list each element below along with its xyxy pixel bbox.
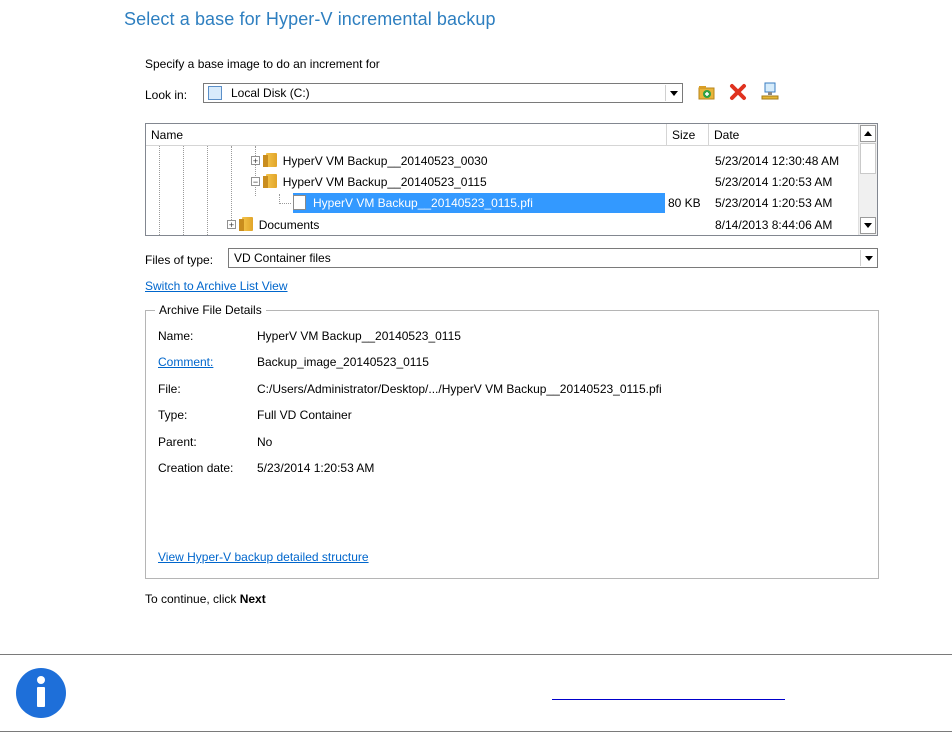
detail-file-row: File: C:/Users/Administrator/Desktop/...… — [158, 382, 662, 396]
tree-row-selected[interactable]: HyperV VM Backup__20140523_0115.pfi — [293, 193, 665, 213]
comment-link[interactable]: Comment: — [158, 355, 213, 369]
hyperlink-underline[interactable] — [552, 699, 785, 700]
detail-label: Type: — [158, 408, 188, 422]
detail-type-row: Type: Full VD Container — [158, 408, 352, 422]
tree-row[interactable]: + Documents — [227, 215, 319, 235]
tree-row-date: 5/23/2014 1:20:53 AM — [715, 175, 833, 189]
scroll-down-button[interactable] — [860, 217, 876, 234]
tree-row-date: 5/23/2014 1:20:53 AM — [715, 196, 833, 210]
detail-label: Parent: — [158, 435, 197, 449]
look-in-value: Local Disk (C:) — [231, 86, 310, 100]
tree-row-name: Documents — [258, 218, 320, 232]
page-title: Select a base for Hyper-V incremental ba… — [124, 9, 496, 29]
new-folder-icon — [698, 86, 715, 100]
detail-value: Backup_image_20140523_0115 — [257, 355, 429, 369]
column-size[interactable]: Size — [667, 124, 709, 145]
continue-text: To continue, click Next — [145, 592, 266, 606]
files-of-type-label: Files of type: — [145, 253, 214, 267]
tree-row-date: 8/14/2013 8:44:06 AM — [715, 218, 833, 232]
tree-row-size: 80 KB — [668, 196, 701, 210]
archive-details-group: Archive File Details Name: HyperV VM Bac… — [145, 303, 879, 579]
folder-icon — [263, 153, 279, 167]
divider-top — [0, 654, 952, 655]
column-name[interactable]: Name — [146, 124, 667, 145]
column-date[interactable]: Date — [709, 124, 859, 145]
expand-icon[interactable]: + — [227, 220, 236, 230]
detail-value: Full VD Container — [257, 408, 352, 422]
look-in-label: Look in: — [145, 88, 188, 102]
specify-label: Specify a base image to do an increment … — [145, 57, 380, 71]
tree-row[interactable]: + HyperV VM Backup__20140523_0030 — [251, 151, 488, 171]
expand-icon[interactable]: + — [251, 156, 260, 166]
tree-row-date: 5/23/2014 12:30:48 AM — [715, 154, 840, 168]
detail-name-row: Name: HyperV VM Backup__20140523_0115 — [158, 329, 461, 343]
new-folder-button[interactable] — [698, 83, 716, 101]
detail-value: HyperV VM Backup__20140523_0115 — [257, 329, 461, 343]
detail-parent-row: Parent: No — [158, 435, 272, 449]
tree-header: Name Size Date — [146, 124, 859, 146]
next-keyword: Next — [239, 592, 266, 606]
view-structure-link[interactable]: View Hyper-V backup detailed structure — [158, 550, 369, 564]
detail-value: No — [257, 435, 273, 449]
scroll-up-button[interactable] — [860, 125, 876, 142]
detail-label: File: — [158, 382, 181, 396]
network-icon — [761, 82, 779, 100]
detail-value: 5/23/2014 1:20:53 AM — [257, 461, 375, 475]
files-of-type-value: VD Container files — [234, 251, 331, 265]
file-icon — [293, 195, 306, 210]
file-tree[interactable]: Name Size Date + HyperV VM Backup__20140… — [145, 123, 878, 236]
collapse-icon[interactable]: − — [251, 177, 260, 187]
folder-icon — [239, 217, 255, 231]
detail-label: Creation date: — [158, 461, 234, 475]
scroll-thumb[interactable] — [860, 143, 876, 174]
network-button[interactable] — [761, 82, 779, 102]
chevron-down-icon[interactable] — [860, 250, 876, 266]
files-of-type-combo[interactable]: VD Container files — [228, 248, 878, 268]
drive-icon — [208, 86, 222, 100]
tree-row-name: HyperV VM Backup__20140523_0030 — [282, 154, 488, 168]
tree-row-name: HyperV VM Backup__20140523_0115.pfi — [313, 196, 533, 210]
tree-scrollbar[interactable] — [858, 124, 877, 235]
switch-view-link[interactable]: Switch to Archive List View — [145, 279, 288, 293]
delete-button[interactable] — [729, 83, 747, 101]
detail-label: Name: — [158, 329, 194, 343]
detail-created-row: Creation date: 5/23/2014 1:20:53 AM — [158, 461, 374, 475]
detail-comment-row: Comment: Backup_image_20140523_0115 — [158, 355, 429, 369]
details-legend: Archive File Details — [155, 303, 266, 317]
info-icon — [15, 667, 67, 719]
folder-icon — [263, 174, 279, 188]
delete-icon — [730, 84, 746, 100]
detail-value: C:/Users/Administrator/Desktop/.../Hyper… — [257, 382, 662, 396]
tree-row-name: HyperV VM Backup__20140523_0115 — [282, 175, 487, 189]
look-in-combo[interactable]: Local Disk (C:) — [203, 83, 683, 103]
tree-row[interactable]: − HyperV VM Backup__20140523_0115 — [251, 172, 487, 192]
continue-prefix: To continue, click — [145, 592, 240, 606]
chevron-down-icon[interactable] — [665, 85, 681, 101]
